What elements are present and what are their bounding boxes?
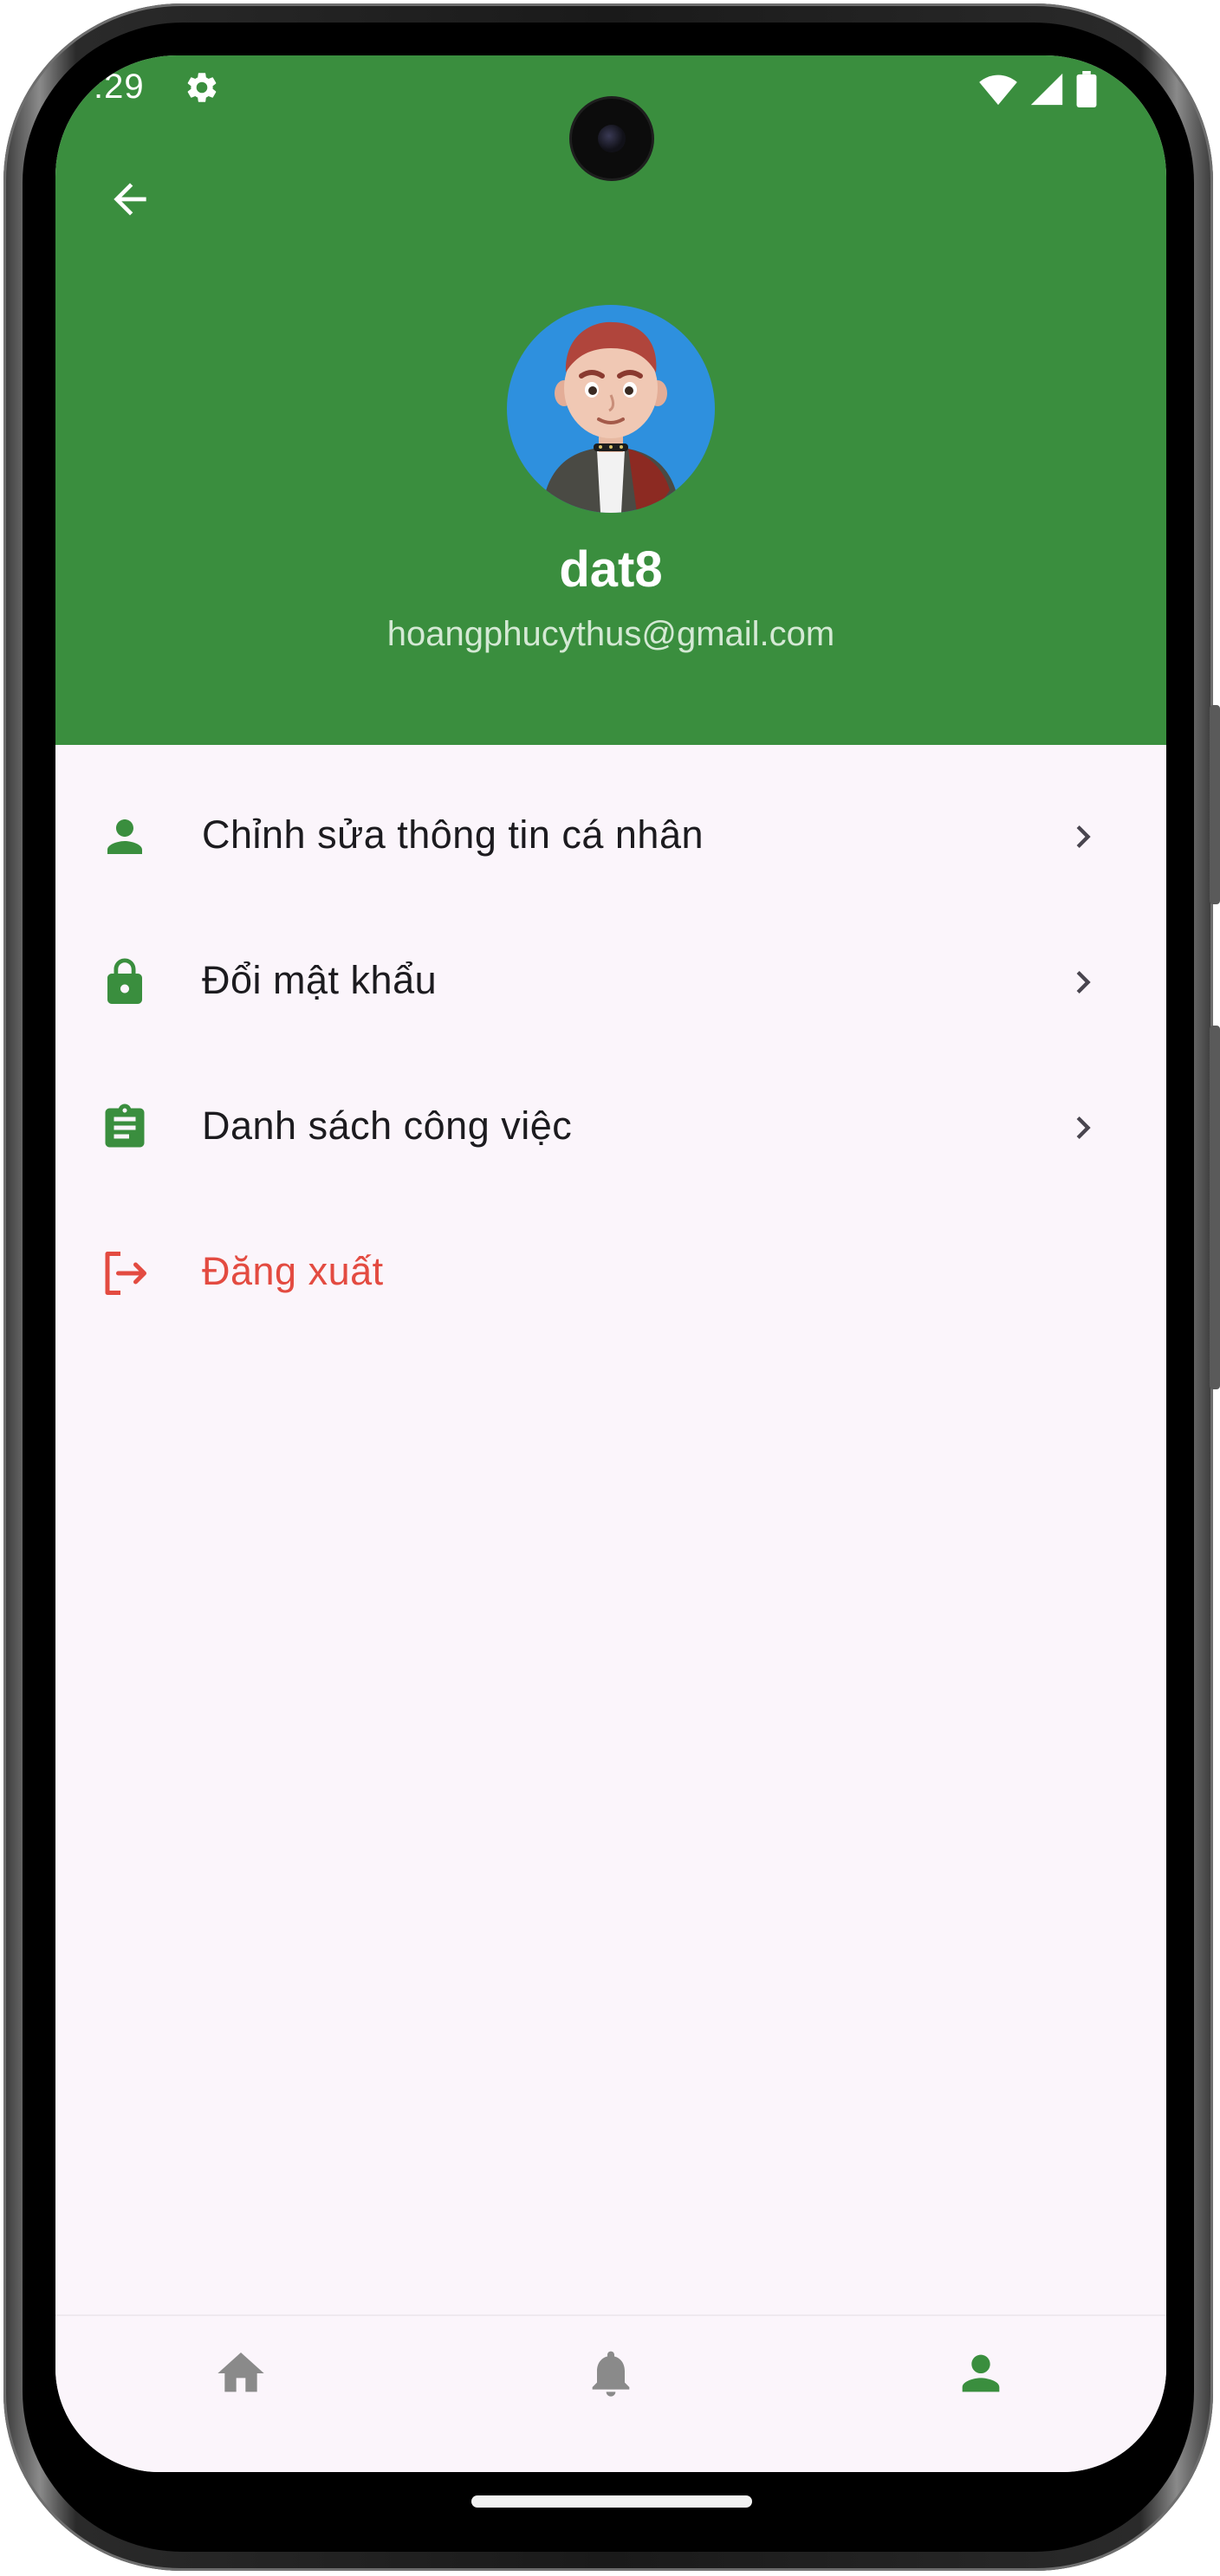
profile-header: :29 dat8 hoangphucythus@gmail.com bbox=[55, 55, 1166, 745]
menu-item-logout[interactable]: Đăng xuất bbox=[55, 1201, 1166, 1346]
avatar-illustration bbox=[542, 321, 680, 513]
home-icon bbox=[217, 2353, 264, 2392]
menu-item-label: Danh sách công việc bbox=[202, 1104, 573, 1148]
battery-icon bbox=[1076, 71, 1097, 107]
gear-icon bbox=[187, 73, 217, 102]
screen: :29 dat8 hoangphucythus@gmail.com Chỉnh … bbox=[55, 55, 1166, 2472]
arrow-left-icon bbox=[114, 183, 146, 216]
chevron-right-icon bbox=[1076, 825, 1091, 848]
profile-email: hoangphucythus@gmail.com bbox=[386, 615, 835, 653]
home-indicator[interactable] bbox=[471, 2495, 752, 2508]
chevron-right-icon bbox=[1076, 971, 1091, 994]
menu-item-edit-profile[interactable]: Chỉnh sửa thông tin cá nhân bbox=[55, 764, 1166, 909]
wifi-icon bbox=[979, 74, 1017, 106]
cell-signal-icon bbox=[1030, 73, 1063, 106]
power-button bbox=[1210, 705, 1220, 904]
clipboard-icon bbox=[105, 1104, 145, 1148]
menu-item-change-password[interactable]: Đổi mật khẩu bbox=[55, 909, 1166, 1055]
nav-home[interactable] bbox=[55, 2316, 425, 2472]
status-time: :29 bbox=[94, 68, 145, 106]
person-icon bbox=[962, 2354, 999, 2392]
front-camera bbox=[572, 99, 652, 178]
person-icon bbox=[107, 819, 142, 854]
status-icons bbox=[979, 71, 1097, 107]
chevron-right-icon bbox=[1076, 1116, 1091, 1139]
volume-button bbox=[1210, 1026, 1220, 1389]
avatar[interactable] bbox=[507, 305, 715, 513]
phone-frame: :29 dat8 hoangphucythus@gmail.com Chỉnh … bbox=[3, 3, 1220, 2571]
menu-item-label: Đổi mật khẩu bbox=[202, 958, 438, 1002]
nav-notifications[interactable] bbox=[425, 2316, 795, 2472]
back-button[interactable] bbox=[99, 168, 161, 230]
menu-item-label: Đăng xuất bbox=[202, 1249, 384, 1293]
bell-icon bbox=[592, 2351, 629, 2397]
lock-icon bbox=[107, 958, 142, 1004]
nav-profile[interactable] bbox=[795, 2316, 1165, 2472]
settings-menu: Chỉnh sửa thông tin cá nhân Đổi mật khẩu bbox=[55, 764, 1166, 1346]
menu-item-label: Chỉnh sửa thông tin cá nhân bbox=[202, 812, 704, 857]
bottom-navigation bbox=[55, 2314, 1166, 2472]
logout-icon bbox=[105, 1252, 146, 1295]
menu-item-task-list[interactable]: Danh sách công việc bbox=[55, 1055, 1166, 1201]
profile-username: dat8 bbox=[559, 541, 663, 598]
